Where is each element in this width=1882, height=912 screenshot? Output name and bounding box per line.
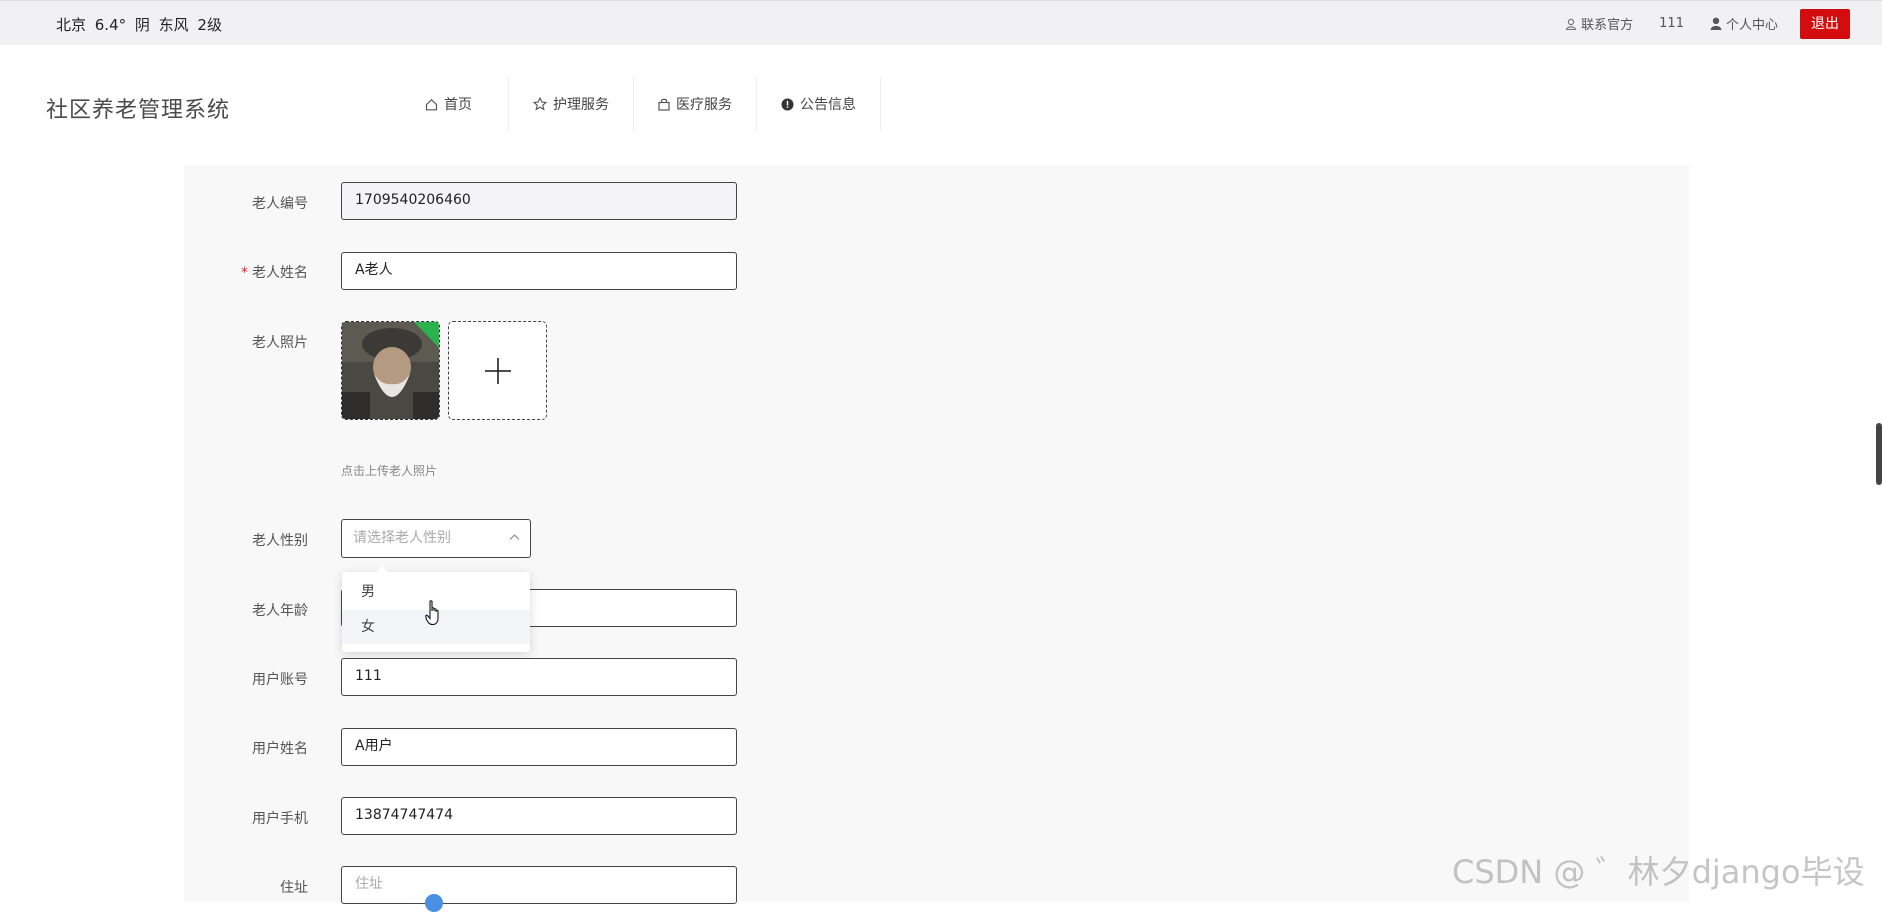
photo-upload-hint: 点击上传老人照片 — [341, 464, 438, 478]
top-right-menu: 联系官方 111 个人中心 退出 — [1539, 1, 1850, 46]
contact-label: 联系官方 — [1581, 18, 1634, 33]
user-name-input[interactable]: A用户 — [341, 728, 737, 766]
nav-notice-label: 公告信息 — [800, 97, 856, 113]
user-center-link[interactable]: 个人中心 — [1710, 14, 1778, 33]
elder-photo-label: 老人照片 — [252, 335, 308, 351]
elder-id-input[interactable]: 1709540206460 — [341, 182, 737, 220]
hand-cursor-icon — [425, 600, 439, 626]
nav-notice[interactable]: 公告信息 — [757, 77, 881, 131]
photo-upload-button[interactable] — [448, 321, 547, 420]
elder-age-label: 老人年龄 — [252, 603, 308, 619]
username-label: 111 — [1659, 16, 1684, 31]
nav-home-label: 首页 — [444, 97, 472, 113]
address-label: 住址 — [280, 880, 308, 896]
main-nav: 首页 护理服务 医疗服务 公告信息 — [401, 77, 881, 131]
alert-circle-icon — [781, 98, 794, 110]
nav-medical-label: 医疗服务 — [676, 97, 732, 113]
nav-medical[interactable]: 医疗服务 — [634, 77, 757, 131]
elder-photo-image — [342, 322, 439, 419]
elder-id-label: 老人编号 — [252, 196, 308, 212]
nav-nursing[interactable]: 护理服务 — [509, 77, 634, 131]
plus-icon — [484, 357, 511, 384]
watermark: CSDN @ ゛林夕django毕设 — [1452, 853, 1865, 891]
floating-indicator — [425, 894, 443, 912]
elder-photo-thumbnail[interactable] — [341, 321, 440, 420]
elder-name-label: 老人姓名 — [252, 265, 308, 281]
nav-nursing-label: 护理服务 — [553, 97, 609, 113]
user-phone-label: 用户手机 — [252, 811, 308, 827]
username-display: 111 — [1659, 16, 1684, 31]
nav-home[interactable]: 首页 — [401, 77, 509, 131]
elder-name-input[interactable]: A老人 — [341, 252, 737, 290]
person-outline-icon — [1565, 18, 1577, 30]
user-account-label: 用户账号 — [252, 672, 308, 688]
chevron-up-icon — [509, 534, 520, 540]
dropdown-arrow — [376, 566, 388, 572]
elder-gender-placeholder: 请选择老人性别 — [353, 530, 451, 546]
elder-name-label-wrap: * 老人姓名 — [241, 262, 308, 282]
logout-button[interactable]: 退出 — [1800, 8, 1850, 39]
home-icon — [425, 98, 438, 110]
user-center-label: 个人中心 — [1725, 18, 1778, 33]
elder-gender-select[interactable]: 请选择老人性别 — [341, 519, 531, 558]
elder-gender-label: 老人性别 — [252, 533, 308, 549]
address-input[interactable]: 住址 — [341, 866, 737, 904]
user-phone-input[interactable]: 13874747474 — [341, 797, 737, 835]
weather-info: 北京 6.4° 阴 东风 2级 — [56, 16, 222, 34]
user-account-input[interactable]: 111 — [341, 658, 737, 696]
top-bar: 北京 6.4° 阴 东风 2级 联系官方 111 个人中心 退出 — [0, 0, 1882, 45]
user-icon — [1710, 17, 1722, 30]
site-title: 社区养老管理系统 — [46, 98, 231, 123]
required-mark: * — [241, 265, 248, 281]
user-name-label: 用户姓名 — [252, 741, 308, 757]
contact-link[interactable]: 联系官方 — [1565, 14, 1633, 33]
page-scrollbar[interactable] — [1876, 423, 1882, 485]
bag-icon — [658, 98, 670, 111]
star-icon — [533, 97, 547, 111]
